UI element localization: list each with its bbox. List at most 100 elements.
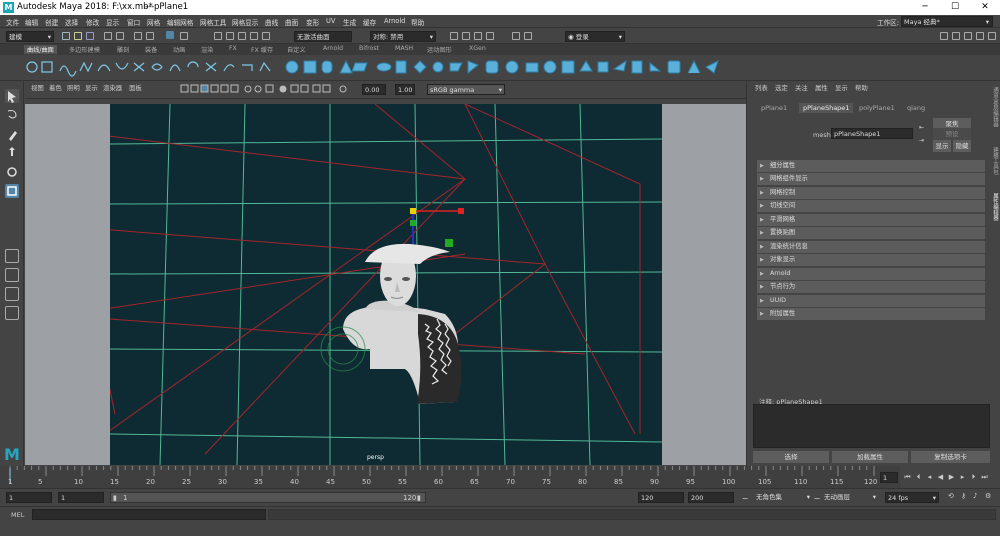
- go-to-start-icon[interactable]: ⏮: [903, 473, 912, 482]
- step-back-frame-icon[interactable]: ◂: [925, 473, 934, 482]
- animation-end-field[interactable]: 200: [688, 492, 734, 503]
- menu-deform[interactable]: 变形: [306, 17, 319, 27]
- menu-edit[interactable]: 编辑: [25, 17, 38, 27]
- panel-menu-view[interactable]: 视图: [31, 83, 44, 92]
- ae-menu-help[interactable]: 帮助: [855, 83, 868, 92]
- section-arnold[interactable]: Arnold: [757, 268, 985, 280]
- menu-cache[interactable]: 缓存: [363, 17, 376, 27]
- rotate-tool-icon[interactable]: [5, 165, 19, 179]
- fps-dropdown[interactable]: 24 fps ▾: [885, 492, 939, 503]
- play-forward-icon[interactable]: ▶: [947, 473, 956, 482]
- go-to-input-icon[interactable]: ⇤: [919, 124, 924, 131]
- ae-menu-attributes[interactable]: 属性: [815, 83, 828, 92]
- shelf-tab-fx-caching[interactable]: FX 缓存: [248, 45, 276, 54]
- magnet-icon[interactable]: [180, 32, 188, 40]
- panel-menu-panels[interactable]: 面板: [129, 83, 142, 92]
- persp-graph-layout-icon[interactable]: [5, 306, 19, 320]
- shelf-tab-curves[interactable]: 曲线/曲面: [24, 45, 57, 54]
- perspective-viewport[interactable]: persp: [25, 104, 746, 465]
- select-tool-icon[interactable]: [5, 89, 19, 103]
- step-forward-frame-icon[interactable]: ▸: [958, 473, 967, 482]
- anim-layer-icon[interactable]: ⚊: [814, 493, 820, 501]
- persp-outliner-layout-icon[interactable]: [5, 287, 19, 301]
- ae-tab-pplaneshape1[interactable]: pPlaneShape1: [799, 103, 854, 113]
- range-slider-handle-start[interactable]: ▮: [113, 494, 117, 502]
- hypershade-icon[interactable]: [486, 32, 494, 40]
- current-frame-field[interactable]: 1: [880, 472, 898, 483]
- section-component-display[interactable]: 网格组件显示: [757, 173, 985, 185]
- render-icon[interactable]: [450, 32, 458, 40]
- shelf-tab-animation[interactable]: 动画: [170, 45, 188, 54]
- side-tab-attribute-editor[interactable]: 属性编辑器: [989, 193, 999, 221]
- copy-tab-button[interactable]: 复制选项卡: [911, 451, 990, 463]
- ae-tab-pplane1[interactable]: pPlane1: [757, 103, 791, 113]
- menu-mesh-tools[interactable]: 网格工具: [200, 17, 226, 27]
- playback-end-field[interactable]: 120: [638, 492, 684, 503]
- section-displacement[interactable]: 置换贴图: [757, 227, 985, 239]
- open-scene-icon[interactable]: [74, 32, 82, 40]
- section-render-stats[interactable]: 渲染统计信息: [757, 241, 985, 253]
- section-extra-attributes[interactable]: 附加属性: [757, 308, 985, 320]
- menu-curves[interactable]: 曲线: [265, 17, 278, 27]
- maximize-button[interactable]: ☐: [940, 0, 970, 15]
- shelf-tab-sculpt[interactable]: 雕刻: [114, 45, 132, 54]
- autokey-icon[interactable]: ⚷: [961, 492, 966, 500]
- gamma-field[interactable]: 1.00: [395, 84, 415, 95]
- character-set-icon[interactable]: ⚊: [742, 493, 748, 501]
- panel-menu-lighting[interactable]: 照明: [67, 83, 80, 92]
- go-to-output-icon[interactable]: ⇥: [919, 137, 924, 144]
- menu-arnold[interactable]: Arnold: [384, 17, 405, 25]
- scene-canvas[interactable]: [25, 104, 746, 465]
- character-set-dropdown[interactable]: 无角色集 ▾: [754, 492, 812, 503]
- menu-set-dropdown[interactable]: 建模 ▾: [6, 31, 54, 42]
- toggle-sidebar-icon[interactable]: [952, 32, 960, 40]
- menu-uv[interactable]: UV: [326, 17, 335, 25]
- paint-select-icon[interactable]: [5, 127, 19, 141]
- presets-button[interactable]: 预设: [933, 128, 971, 140]
- side-tab-channel-box[interactable]: 通道盒/层编辑器: [989, 87, 999, 127]
- snap-view-icon[interactable]: [250, 32, 258, 40]
- menu-mesh-display[interactable]: 网格显示: [232, 17, 258, 27]
- shelf-tab-rendering[interactable]: 渲染: [198, 45, 216, 54]
- playback-start-field[interactable]: 1: [58, 492, 104, 503]
- range-slider-handle-end[interactable]: ▮: [417, 494, 421, 502]
- anim-layer-dropdown[interactable]: 无动画层 ▾: [822, 492, 878, 503]
- mel-label[interactable]: MEL: [11, 511, 24, 519]
- shelf-tab-custom[interactable]: 自定义: [284, 45, 309, 54]
- menu-create[interactable]: 创建: [45, 17, 58, 27]
- notes-textarea[interactable]: [753, 404, 990, 448]
- ae-tab-qiang[interactable]: qiang: [903, 103, 929, 113]
- panel-menu-show[interactable]: 显示: [85, 83, 98, 92]
- audio-icon[interactable]: ♪: [973, 492, 977, 500]
- shelf-tab-mash[interactable]: MASH: [392, 45, 416, 52]
- snap-surface-icon[interactable]: [262, 32, 270, 40]
- single-perspective-layout-icon[interactable]: [5, 249, 19, 263]
- channel-box-toggle-icon[interactable]: [988, 32, 996, 40]
- step-forward-key-icon[interactable]: ⏵: [969, 473, 978, 482]
- settings-icon[interactable]: [940, 32, 948, 40]
- section-uuid[interactable]: UUID: [757, 295, 985, 307]
- range-slider[interactable]: ▮ 1 120 ▮: [110, 492, 426, 503]
- animation-start-field[interactable]: 1: [6, 492, 52, 503]
- panel-menu-shading[interactable]: 着色: [49, 83, 62, 92]
- symmetry-dropdown[interactable]: 对称: 禁用 ▾: [370, 31, 436, 42]
- hik-icon[interactable]: [524, 32, 532, 40]
- new-scene-icon[interactable]: [62, 32, 70, 40]
- hide-button[interactable]: 隐藏: [953, 140, 971, 152]
- menu-help[interactable]: 帮助: [411, 17, 424, 27]
- menu-generate[interactable]: 生成: [343, 17, 356, 27]
- ae-tab-polyplane1[interactable]: polyPlane1: [855, 103, 899, 113]
- snap-point-icon[interactable]: [238, 32, 246, 40]
- ipr-render-icon[interactable]: [462, 32, 470, 40]
- minimize-button[interactable]: ─: [910, 0, 940, 15]
- panel-menu-renderer[interactable]: 渲染器: [103, 83, 122, 92]
- section-smooth-mesh[interactable]: 平滑网格: [757, 214, 985, 226]
- select-button[interactable]: 选择: [753, 451, 829, 463]
- lasso-tool-icon[interactable]: [5, 108, 19, 122]
- four-view-layout-icon[interactable]: [5, 268, 19, 282]
- select-object-icon[interactable]: [146, 32, 154, 40]
- undo-icon[interactable]: [104, 32, 112, 40]
- save-scene-icon[interactable]: [86, 32, 94, 40]
- select-by-type-icon[interactable]: [166, 31, 174, 39]
- ae-menu-focus[interactable]: 关注: [795, 83, 808, 92]
